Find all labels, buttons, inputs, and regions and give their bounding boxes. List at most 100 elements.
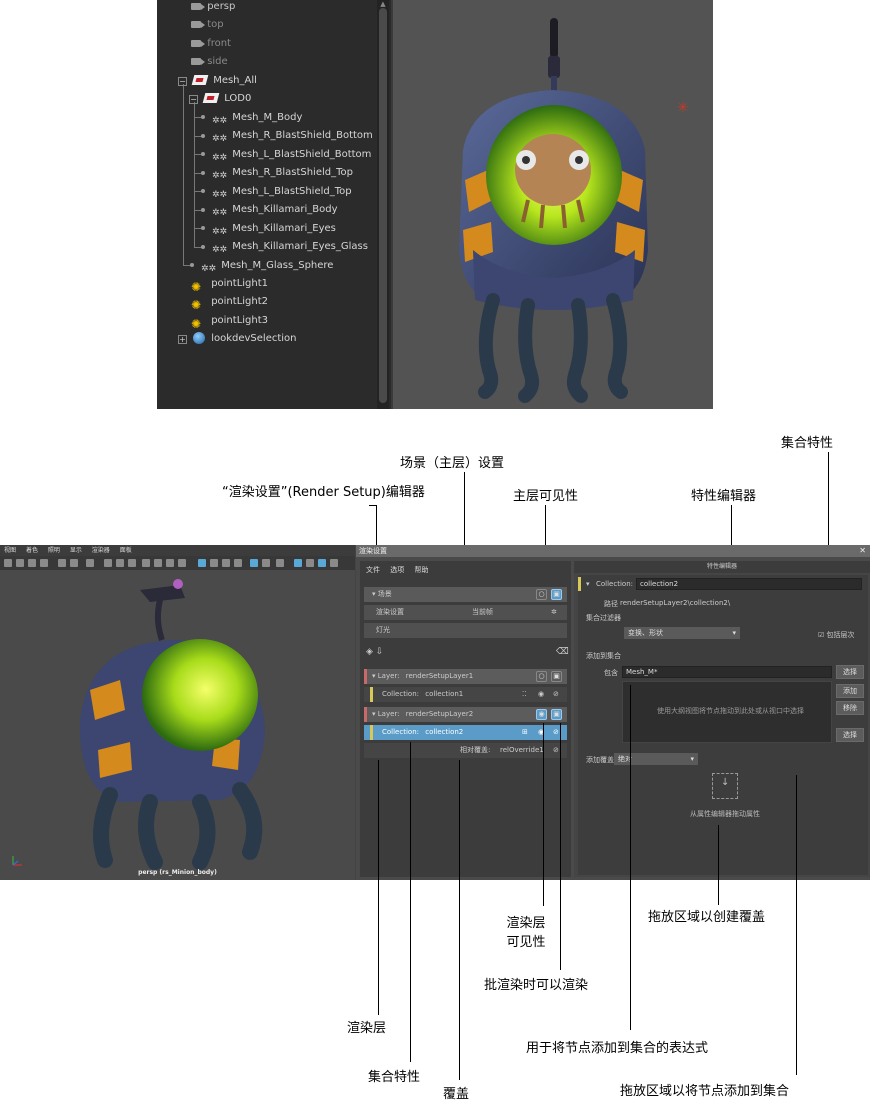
outliner-item-mesh[interactable]: ✲✲ Mesh_L_BlastShield_Bottom (212, 146, 371, 164)
collection-row-2[interactable]: Collection: collection2 ⊞ ◉ ⊘ (364, 725, 567, 740)
remove-button[interactable]: 移除 (836, 701, 864, 715)
render-layer-row-2[interactable]: ▾ Layer: renderSetupLayer2 ◉ ▣ (364, 707, 567, 722)
toolbar-icon[interactable] (142, 559, 150, 567)
toolbar-icon[interactable] (318, 559, 326, 567)
outliner-item-mesh[interactable]: ✲✲ Mesh_R_BlastShield_Top (212, 164, 353, 182)
toolbar-icon[interactable] (234, 559, 242, 567)
shaded-icon[interactable] (210, 559, 218, 567)
include-expression-field[interactable]: Mesh_M* (622, 666, 832, 678)
layer-visibility-icon[interactable]: ◉ (536, 709, 547, 720)
toolbar-icon[interactable] (276, 559, 284, 567)
outliner-item-mesh[interactable]: ✲✲ Mesh_M_Glass_Sphere (201, 257, 333, 275)
layer-visibility-icon[interactable]: ○ (536, 671, 547, 682)
expand-toggle-icon[interactable]: − (189, 95, 198, 104)
toolbar-icon[interactable] (294, 559, 302, 567)
outliner-item-mesh-all[interactable]: Mesh_All (191, 72, 257, 90)
outliner-item-lod0[interactable]: LOD0 (202, 90, 251, 108)
isolate-icon[interactable]: ⁚⁚ (522, 687, 526, 702)
xray-icon[interactable] (250, 559, 258, 567)
viewport-bottom[interactable]: 视图 着色 照明 显示 渲染器 面板 persp (rs_Minion_body… (0, 545, 355, 880)
disable-icon[interactable]: ⊘ (553, 687, 559, 702)
isolate-icon[interactable]: ⊞ (522, 725, 528, 740)
gear-icon[interactable]: ✲ (551, 605, 557, 620)
scene-row[interactable]: ▾ 场景 ○ ▣ (364, 587, 567, 602)
scroll-up-icon[interactable]: ▲ (379, 0, 387, 8)
grid-icon[interactable] (104, 559, 112, 567)
toolbar-icon[interactable] (178, 559, 186, 567)
collection-filter-dropdown[interactable]: 变换、形状 ▾ (624, 627, 740, 639)
layer-renderable-icon[interactable]: ▣ (551, 671, 562, 682)
outliner-item-mesh[interactable]: ✲✲ Mesh_L_BlastShield_Top (212, 183, 352, 201)
outliner-item-mesh[interactable]: ✲✲ Mesh_R_BlastShield_Bottom (212, 127, 373, 145)
menu-shading[interactable]: 着色 (26, 547, 38, 554)
viewport-top[interactable] (393, 0, 713, 409)
light-marker-icon[interactable]: ✳ (677, 100, 689, 116)
outliner-scrollbar[interactable]: ▲ (377, 0, 389, 409)
select-button-2[interactable]: 选择 (836, 728, 864, 742)
collapse-arrow-icon[interactable]: ▾ (372, 672, 376, 680)
add-button[interactable]: 添加 (836, 684, 864, 698)
menu-renderer[interactable]: 渲染器 (92, 547, 110, 554)
lights-row[interactable]: 灯光 (364, 623, 567, 638)
render-settings-row[interactable]: 渲染设置 当前帧 ✲ (364, 605, 567, 620)
select-button[interactable]: 选择 (836, 665, 864, 679)
toolbar-icon[interactable] (262, 559, 270, 567)
disable-icon[interactable]: ⊘ (553, 743, 559, 758)
master-visibility-icon[interactable]: ○ (536, 589, 547, 600)
outliner-item-mesh[interactable]: ✲✲ Mesh_Killamari_Body (212, 201, 338, 219)
close-icon[interactable]: ✕ (859, 545, 866, 557)
master-render-icon[interactable]: ▣ (551, 589, 562, 600)
wireframe-icon[interactable] (198, 559, 206, 567)
outliner-item-top[interactable]: top (191, 16, 224, 34)
collapse-arrow-icon[interactable]: ▾ (586, 580, 590, 588)
collection-row-1[interactable]: Collection: collection1 ⁚⁚ ◉ ⊘ (364, 687, 567, 702)
expand-toggle-icon[interactable]: − (178, 77, 187, 86)
menu-help[interactable]: 帮助 (414, 566, 428, 574)
menu-view[interactable]: 视图 (4, 547, 16, 554)
toolbar-icon[interactable] (306, 559, 314, 567)
override-mode-dropdown[interactable]: 绝对 ▾ (614, 753, 698, 765)
outliner-item-front[interactable]: front (191, 35, 231, 53)
toolbar-icon[interactable] (28, 559, 36, 567)
menu-show[interactable]: 显示 (70, 547, 82, 554)
toolbar-icon[interactable] (222, 559, 230, 567)
menu-options[interactable]: 选项 (390, 566, 404, 574)
outliner-item-light[interactable]: ✺ pointLight1 (191, 275, 268, 294)
outliner-item-light[interactable]: ✺ pointLight3 (191, 312, 268, 331)
enable-icon[interactable]: ◉ (538, 687, 544, 702)
clear-icon[interactable]: ⌫ (556, 647, 569, 657)
bookmark-icon[interactable] (40, 559, 48, 567)
node-drop-area[interactable]: 使用大纲视图将节点拖动到此处或从视口中选择 (622, 681, 832, 743)
render-layer-row-1[interactable]: ▾ Layer: renderSetupLayer1 ○ ▣ (364, 669, 567, 684)
toolbar-icon[interactable] (128, 559, 136, 567)
outliner-item-lookdev-selection[interactable]: lookdevSelection (193, 330, 297, 348)
toolbar-icon[interactable] (166, 559, 174, 567)
outliner-item-light[interactable]: ✺ pointLight2 (191, 293, 268, 312)
outliner-item-persp[interactable]: persp (191, 0, 235, 16)
toolbar-icon[interactable] (16, 559, 24, 567)
toolbar-icon[interactable] (330, 559, 338, 567)
toolbar-icon[interactable] (70, 559, 78, 567)
toolbar-icon[interactable] (154, 559, 162, 567)
disable-icon[interactable]: ⊘ (553, 725, 559, 740)
outliner-item-mesh[interactable]: ✲✲ Mesh_M_Body (212, 109, 302, 127)
include-hierarchy-checkbox[interactable]: ☑ 包括层次 (818, 630, 855, 640)
toolbar-icon[interactable] (58, 559, 66, 567)
menu-panels[interactable]: 面板 (120, 547, 132, 554)
menu-lighting[interactable]: 照明 (48, 547, 60, 554)
collapse-arrow-icon[interactable]: ▾ (372, 590, 376, 598)
outliner-item-side[interactable]: side (191, 53, 228, 71)
collapse-arrow-icon[interactable]: ▾ (372, 710, 376, 718)
expand-toggle-icon[interactable]: + (178, 335, 187, 344)
scrollbar-thumb[interactable] (379, 8, 387, 403)
collection-name-field[interactable]: collection2 (636, 578, 862, 590)
outliner-item-mesh[interactable]: ✲✲ Mesh_Killamari_Eyes (212, 220, 336, 238)
layer-renderable-icon[interactable]: ▣ (551, 709, 562, 720)
toolbar-icon[interactable] (86, 559, 94, 567)
toolbar-icon[interactable] (116, 559, 124, 567)
menu-file[interactable]: 文件 (366, 566, 380, 574)
render-setup-titlebar[interactable]: 渲染设置 ✕ (356, 545, 870, 557)
override-drop-area[interactable]: ↓ (712, 773, 738, 799)
outliner-item-mesh[interactable]: ✲✲ Mesh_Killamari_Eyes_Glass (212, 238, 368, 256)
create-layer-icon[interactable]: ◈ ⇩ (366, 647, 383, 657)
